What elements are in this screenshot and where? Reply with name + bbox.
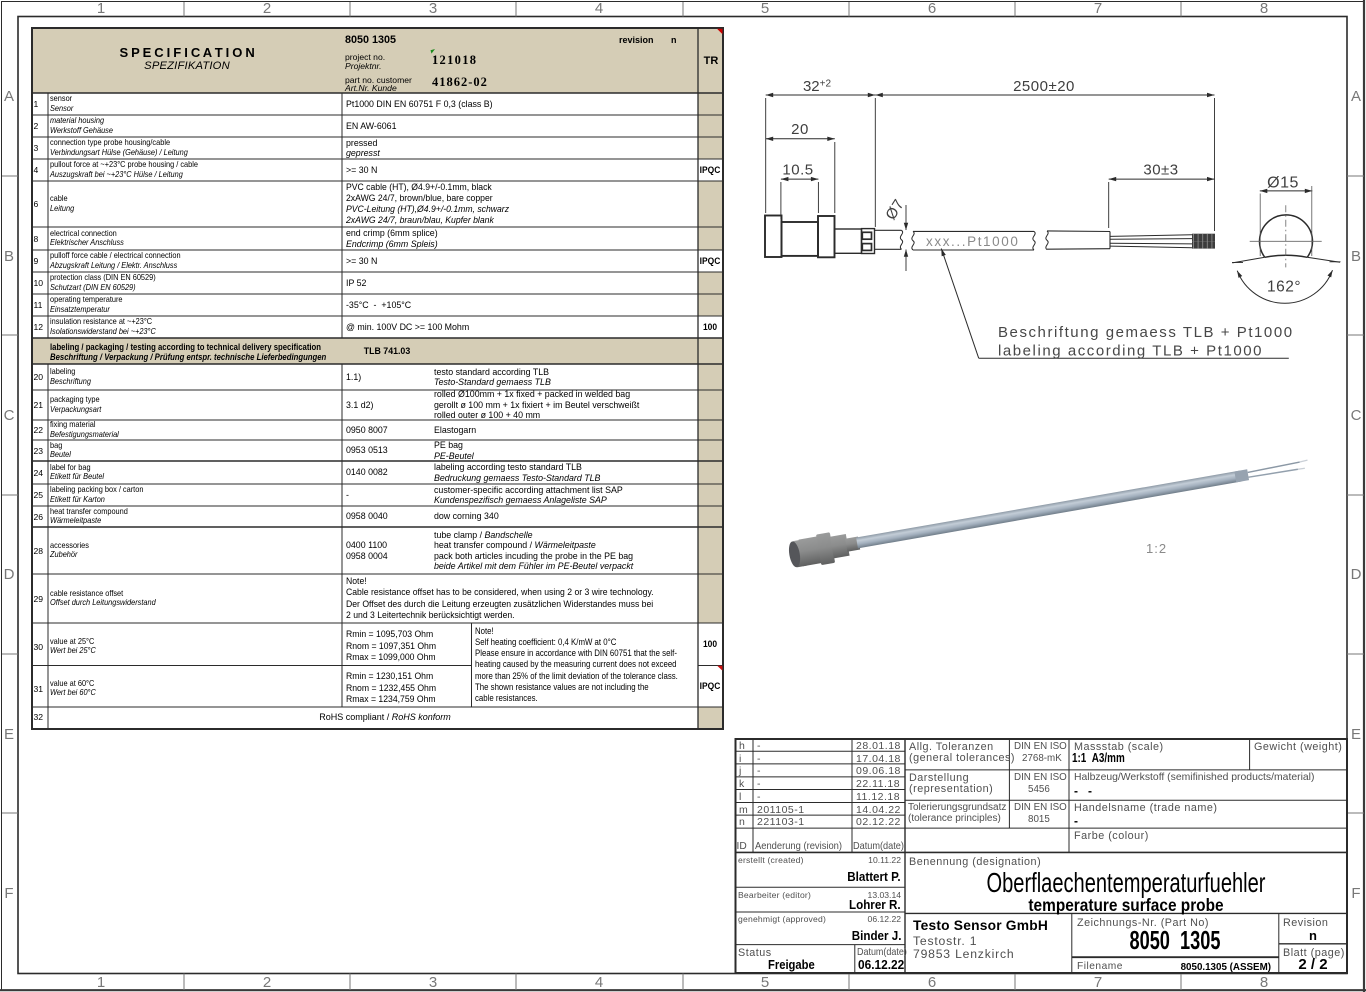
svg-text:8: 8 xyxy=(1260,974,1268,991)
svg-text:1: 1 xyxy=(97,0,105,17)
svg-text:4: 4 xyxy=(595,0,603,17)
svg-text:2: 2 xyxy=(263,974,271,991)
svg-text:Ø7: Ø7 xyxy=(882,196,908,223)
svg-text:10.5: 10.5 xyxy=(782,161,813,178)
svg-text:Ø15: Ø15 xyxy=(1267,175,1299,192)
svg-text:3: 3 xyxy=(429,974,437,991)
svg-text:labeling according TLB + Pt100: labeling according TLB + Pt1000 xyxy=(998,343,1263,360)
svg-text:162°: 162° xyxy=(1267,279,1301,296)
svg-text:2500±20: 2500±20 xyxy=(1013,78,1075,95)
svg-text:7: 7 xyxy=(1094,0,1102,17)
svg-text:B: B xyxy=(1351,248,1361,265)
svg-text:1:2: 1:2 xyxy=(1146,541,1167,556)
svg-text:xxx...Pt1000: xxx...Pt1000 xyxy=(926,234,1020,249)
svg-text:A: A xyxy=(4,88,14,105)
svg-text:6: 6 xyxy=(928,974,936,991)
svg-text:6: 6 xyxy=(928,0,936,17)
svg-text:2: 2 xyxy=(263,0,271,17)
svg-text:A: A xyxy=(1351,88,1361,105)
svg-text:3: 3 xyxy=(429,0,437,17)
svg-text:Beschriftung gemaess TLB + Pt1: Beschriftung gemaess TLB + Pt1000 xyxy=(998,324,1294,341)
svg-text:7: 7 xyxy=(1094,974,1102,991)
svg-text:E: E xyxy=(1351,726,1361,743)
svg-text:1: 1 xyxy=(97,974,105,991)
svg-text:8: 8 xyxy=(1260,0,1268,17)
svg-text:F: F xyxy=(4,885,13,902)
svg-text:20: 20 xyxy=(791,121,809,138)
svg-text:4: 4 xyxy=(595,974,603,991)
svg-text:D: D xyxy=(4,566,15,583)
svg-text:C: C xyxy=(4,407,15,424)
svg-text:C: C xyxy=(1351,407,1362,424)
svg-text:30±3: 30±3 xyxy=(1143,161,1178,178)
svg-text:32+2: 32+2 xyxy=(803,78,832,95)
svg-text:B: B xyxy=(4,248,14,265)
svg-text:D: D xyxy=(1351,566,1362,583)
svg-text:5: 5 xyxy=(761,974,769,991)
svg-text:5: 5 xyxy=(761,0,769,17)
svg-text:E: E xyxy=(4,726,14,743)
